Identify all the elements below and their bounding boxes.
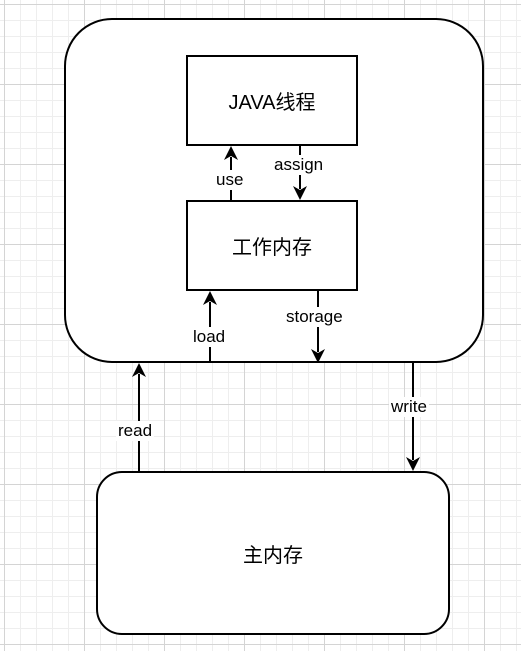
assign-label: assign bbox=[272, 155, 326, 175]
write-label: write bbox=[389, 397, 429, 417]
edges-layer bbox=[132, 146, 420, 471]
use-label: use bbox=[214, 170, 246, 190]
load-label: load bbox=[191, 327, 228, 347]
read-label: read bbox=[116, 421, 155, 441]
storage-label: storage bbox=[284, 307, 345, 327]
